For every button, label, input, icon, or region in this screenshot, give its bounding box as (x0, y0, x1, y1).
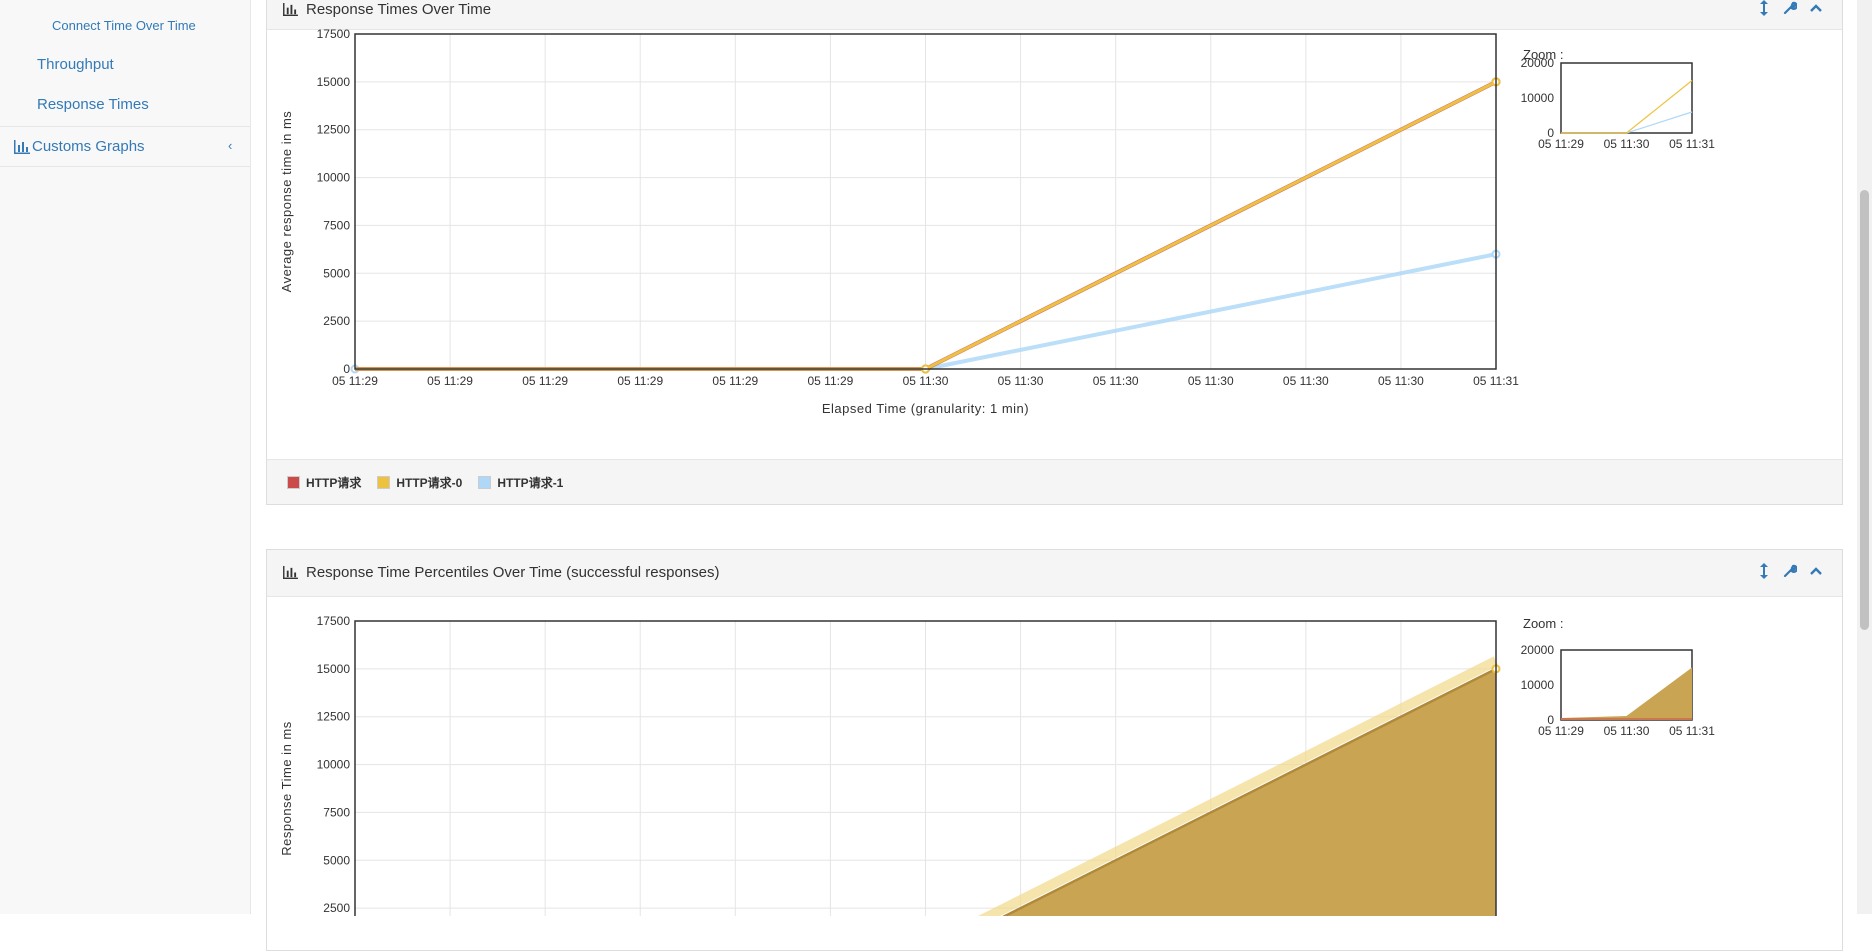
chevron-left-icon[interactable]: ‹ (228, 138, 232, 153)
x-tick-label: 05 11:29 (808, 374, 854, 388)
zoom-x-tick-label: 05 11:30 (1604, 724, 1650, 738)
sidebar-item-throughput[interactable]: Throughput (37, 56, 114, 73)
zoom-y-tick-label: 20000 (1521, 643, 1555, 657)
x-axis-label: Elapsed Time (granularity: 1 min) (822, 401, 1029, 416)
wrench-icon[interactable] (1782, 0, 1798, 17)
scrollbar-thumb[interactable] (1860, 190, 1869, 630)
sidebar: Connect Time Over Time Throughput Respon… (0, 0, 251, 914)
y-tick-label: 17500 (317, 614, 351, 628)
sidebar-item-response-times[interactable]: Response Times (37, 96, 149, 113)
y-tick-label: 7500 (323, 218, 350, 232)
zoom-x-tick-label: 05 11:29 (1538, 137, 1584, 151)
x-tick-label: 05 11:30 (903, 374, 949, 388)
bar-chart-icon (283, 3, 298, 16)
y-tick-label: 10000 (317, 171, 351, 185)
legend-item[interactable]: HTTP请求-1 (478, 474, 563, 491)
panel-title: Response Times Over Time (283, 1, 491, 18)
panel-heading: Response Time Percentiles Over Time (suc… (267, 550, 1842, 597)
panel-tools (1756, 562, 1824, 580)
sidebar-item-customs-graphs[interactable]: Customs Graphs (14, 138, 145, 155)
sidebar-divider (0, 126, 250, 127)
legend-item[interactable]: HTTP请求-0 (377, 474, 462, 491)
panel-title-text: Response Time Percentiles Over Time (suc… (306, 564, 720, 581)
zoom-x-tick-label: 05 11:31 (1669, 724, 1715, 738)
x-tick-label: 05 11:30 (1188, 374, 1234, 388)
zoom-x-tick-label: 05 11:30 (1604, 137, 1650, 151)
y-tick-label: 5000 (323, 853, 350, 867)
y-tick-label: 15000 (317, 75, 351, 89)
y-tick-label: 5000 (323, 266, 350, 280)
legend-label: HTTP请求 (306, 476, 362, 490)
y-tick-label: 17500 (317, 29, 351, 41)
legend-swatch (377, 476, 391, 489)
response-times-panel: Response Times Over Time 0 2500 5000 7500 10… (266, 0, 1843, 505)
sidebar-divider (0, 166, 250, 167)
x-tick-label: 05 11:29 (617, 374, 663, 388)
y-axis-label: Response Time in ms (279, 721, 294, 856)
zoom-x-tick-label: 05 11:29 (1538, 724, 1584, 738)
chevron-up-icon[interactable] (1808, 0, 1824, 17)
resize-vertical-icon[interactable] (1756, 0, 1772, 17)
legend-swatch (287, 476, 300, 489)
panel-title: Response Time Percentiles Over Time (suc… (283, 564, 720, 581)
scrollbar[interactable] (1857, 0, 1872, 914)
x-tick-label: 05 11:29 (332, 374, 378, 388)
y-tick-label: 15000 (317, 662, 351, 676)
panel-tools (1756, 0, 1824, 17)
legend-bar: HTTP请求 HTTP请求-0 HTTP请求-1 (267, 459, 1842, 504)
response-times-chart: 02500500075001000012500150001750005 11:2… (279, 29, 1715, 416)
y-tick-label: 7500 (323, 805, 350, 819)
x-tick-label: 05 11:30 (1093, 374, 1139, 388)
zoom-label: Zoom : (1523, 47, 1564, 62)
bar-chart-icon (283, 566, 298, 579)
zoom-y-tick-label: 10000 (1521, 91, 1555, 105)
resize-vertical-icon[interactable] (1756, 562, 1772, 580)
wrench-icon[interactable] (1782, 562, 1798, 580)
zoom-frame (1560, 62, 1693, 134)
chevron-up-icon[interactable] (1808, 562, 1824, 580)
y-tick-label: 10000 (317, 758, 351, 772)
sidebar-item-connect-time-over-time[interactable]: Connect Time Over Time (52, 18, 196, 33)
x-tick-label: 05 11:29 (712, 374, 758, 388)
x-tick-label: 05 11:29 (522, 374, 568, 388)
zoom-y-tick-label: 10000 (1521, 678, 1555, 692)
bar-chart-icon (14, 139, 30, 154)
zoom-x-tick-label: 05 11:31 (1669, 137, 1715, 151)
y-tick-label: 12500 (317, 710, 351, 724)
x-tick-label: 05 11:30 (998, 374, 1044, 388)
x-tick-label: 05 11:30 (1283, 374, 1329, 388)
x-tick-label: 05 11:31 (1473, 374, 1519, 388)
customs-graphs-label: Customs Graphs (32, 138, 145, 155)
panel-heading: Response Times Over Time (267, 0, 1842, 30)
y-axis-label: Average response time in ms (279, 111, 294, 293)
x-tick-label: 05 11:29 (427, 374, 473, 388)
y-tick-label: 2500 (323, 314, 350, 328)
legend: HTTP请求 HTTP请求-0 HTTP请求-1 (287, 474, 563, 491)
x-tick-label: 05 11:30 (1378, 374, 1424, 388)
percentiles-chart: 2500 5000 7500 10000 12500 15000 17500 Response… (279, 614, 1715, 916)
zoom-label: Zoom : (1523, 616, 1564, 631)
legend-item[interactable]: HTTP请求 (287, 474, 361, 491)
legend-swatch (478, 476, 492, 489)
panel-title-text: Response Times Over Time (306, 1, 492, 18)
y-tick-label: 12500 (317, 123, 351, 137)
y-tick-label: 2500 (323, 901, 350, 915)
legend-label: HTTP请求-0 (396, 476, 463, 490)
legend-label: HTTP请求-1 (497, 476, 564, 490)
percentiles-panel: Response Time Percentiles Over Time (suc… (266, 549, 1843, 951)
